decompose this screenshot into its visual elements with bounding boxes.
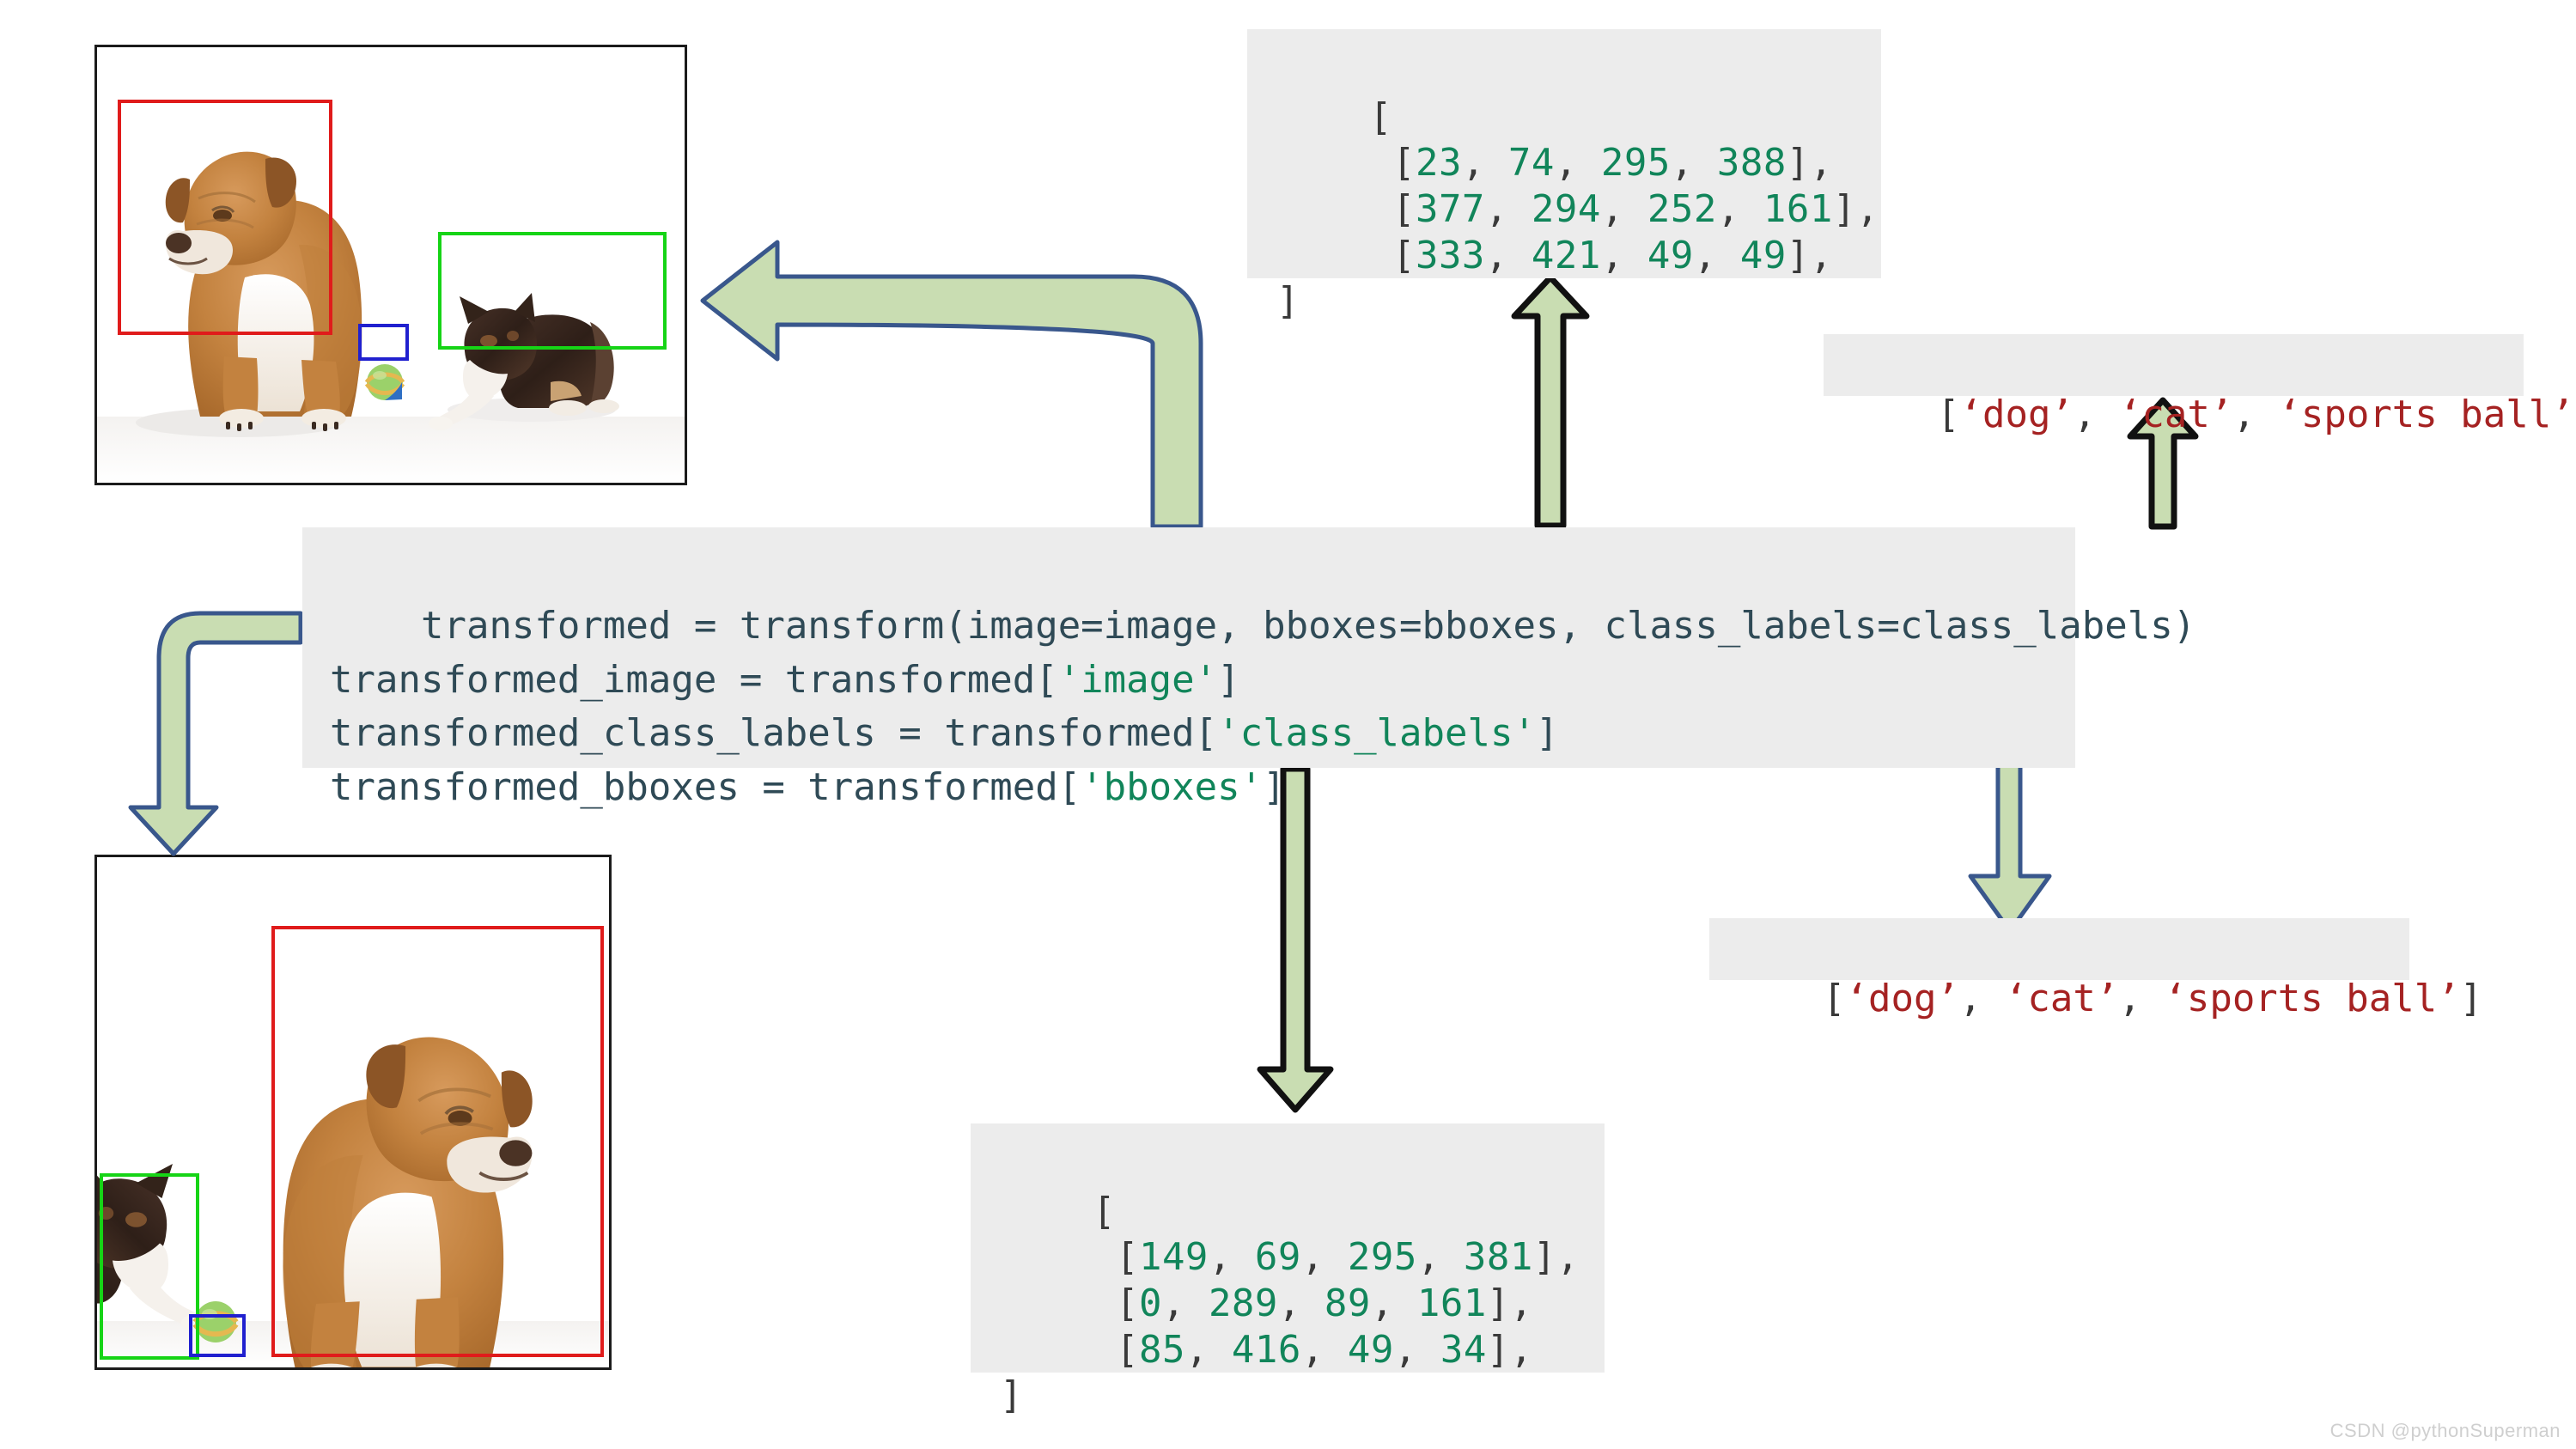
code-text: transformed = transform(image=image, bbo… [330, 604, 2196, 809]
bbox-cat-original [437, 232, 667, 350]
bbox-dog-original [117, 99, 332, 335]
arrow-code-to-original-bboxes [1511, 274, 1590, 529]
bbox-sports-ball-original [358, 323, 409, 362]
original-image-frame [94, 45, 687, 485]
arrow-code-to-original-image [700, 240, 1203, 529]
bbox-dog-transformed [271, 926, 605, 1358]
original-bboxes-panel: [ [23, 74, 295, 388], [377, 294, 252, 16… [1247, 29, 1881, 323]
bbox-sports-ball-transformed [189, 1313, 246, 1358]
transformed-image-frame [94, 855, 612, 1370]
transformed-class-labels-panel: [‘dog’, ‘cat’, ‘sports ball’] [1709, 918, 2482, 1020]
original-class-labels-panel: [‘dog’, ‘cat’, ‘sports ball’] [1824, 334, 2576, 436]
labels-bottom-text: [‘dog’, ‘cat’, ‘sports ball’] [1822, 976, 2483, 1020]
transformed-bboxes-panel: [ [149, 69, 295, 381], [0, 289, 89, 161]… [971, 1123, 1605, 1417]
bboxes-bottom-text: [ [149, 69, 295, 381], [0, 289, 89, 161]… [1000, 1189, 1580, 1418]
bbox-cat-transformed [99, 1173, 200, 1361]
labels-top-text: [‘dog’, ‘cat’, ‘sports ball’] [1936, 392, 2576, 436]
code-panel[interactable]: transformed = transform(image=image, bbo… [302, 527, 2195, 809]
arrow-code-to-transformed-image [128, 611, 303, 856]
diagram-canvas: [ [23, 74, 295, 388], [377, 294, 252, 16… [0, 0, 2576, 1449]
csdn-watermark: CSDN @pythonSuperman [2329, 1420, 2561, 1441]
arrow-code-to-transformed-bboxes [1257, 765, 1334, 1113]
bboxes-top-text: [ [23, 74, 295, 388], [377, 294, 252, 16… [1276, 94, 1879, 324]
